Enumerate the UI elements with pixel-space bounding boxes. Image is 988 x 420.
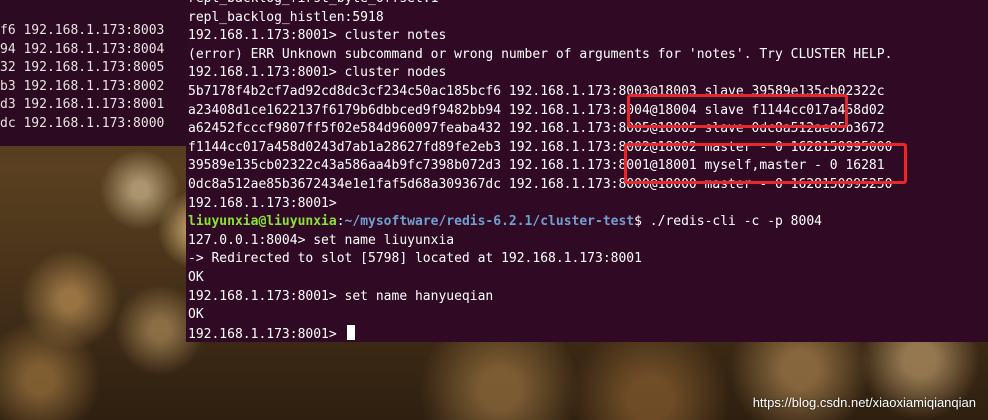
text-cursor [346, 324, 355, 340]
terminal-window[interactable]: repl_backlog_first_byte_offset:1 repl_ba… [186, 0, 988, 342]
prompt-user-host: liuyunxia@liuyunxia [188, 214, 337, 230]
watermark-text: https://blog.csdn.net/xiaoxiamiqianqian [752, 395, 976, 410]
output-line: 127.0.0.1:8004> set name liuyunxia [188, 232, 455, 248]
bg-output-line: b3 192.168.1.173:8002 [0, 78, 165, 94]
bg-output-line: dc 192.168.1.173:8000 [0, 115, 165, 131]
output-line: OK [188, 269, 204, 285]
output-line: OK [188, 307, 204, 323]
error-line: (error) ERR Unknown subcommand or wrong … [188, 46, 893, 62]
shell-prompt-line: liuyunxia@liuyunxia:~/mysoftware/redis-6… [188, 213, 892, 232]
output-line: 192.168.1.173:8001> cluster notes [188, 28, 447, 44]
cluster-node-row: a23408d1ce1622137f6179b6dbbced9f9482bb94… [188, 102, 885, 118]
bg-output-line: f6 192.168.1.173:8003 [0, 23, 165, 38]
redis-prompt-line: 192.168.1.173:8001> [188, 195, 337, 211]
cluster-node-row: f1144cc017a458d0243d7ab1a28627fd89fe2eb3… [188, 139, 893, 155]
bg-output-line: 94 192.168.1.173:8004 [0, 41, 165, 57]
bg-output-line: 32 192.168.1.173:8005 [0, 60, 165, 76]
output-line: 192.168.1.173:8001> set name hanyueqian [188, 288, 494, 304]
cluster-node-row: 5b7178f4b2cf7ad92cd8dc3cf234c50ac185bcf6… [188, 83, 885, 99]
prompt-symbol: $ [634, 214, 642, 230]
cluster-node-row: 0dc8a512ae85b3672434e1e1faf5d68a309367dc… [188, 176, 893, 192]
cluster-node-row: a62452fcccf9807ff5f02e584d960097feaba432… [188, 121, 885, 137]
redirect-line: -> Redirected to slot [5798] located at … [188, 251, 642, 267]
cluster-node-row: 39589e135cb02322c43a586aa4b9fc7398b072d3… [188, 158, 885, 174]
final-prompt: 192.168.1.173:8001> [188, 326, 345, 342]
prompt-separator: : [336, 214, 345, 230]
output-line: 192.168.1.173:8001> cluster nodes [188, 65, 447, 81]
background-terminal-output: f6 192.168.1.173:8003 94 192.168.1.173:8… [0, 22, 164, 134]
background-terminal-window[interactable]: f6 192.168.1.173:8003 94 192.168.1.173:8… [0, 0, 190, 146]
output-line: repl_backlog_histlen:5918 [188, 9, 384, 25]
bg-output-line: d3 192.168.1.173:8001 [0, 97, 165, 113]
output-line: repl_backlog_first_byte_offset:1 [188, 0, 892, 9]
terminal-output: repl_backlog_first_byte_offset:1 repl_ba… [188, 0, 892, 342]
input-line[interactable]: 192.168.1.173:8001> [188, 324, 892, 342]
prompt-command: ./redis-cli -c -p 8004 [641, 214, 822, 230]
prompt-path: ~/mysoftware/redis-6.2.1/cluster-test [344, 214, 635, 230]
